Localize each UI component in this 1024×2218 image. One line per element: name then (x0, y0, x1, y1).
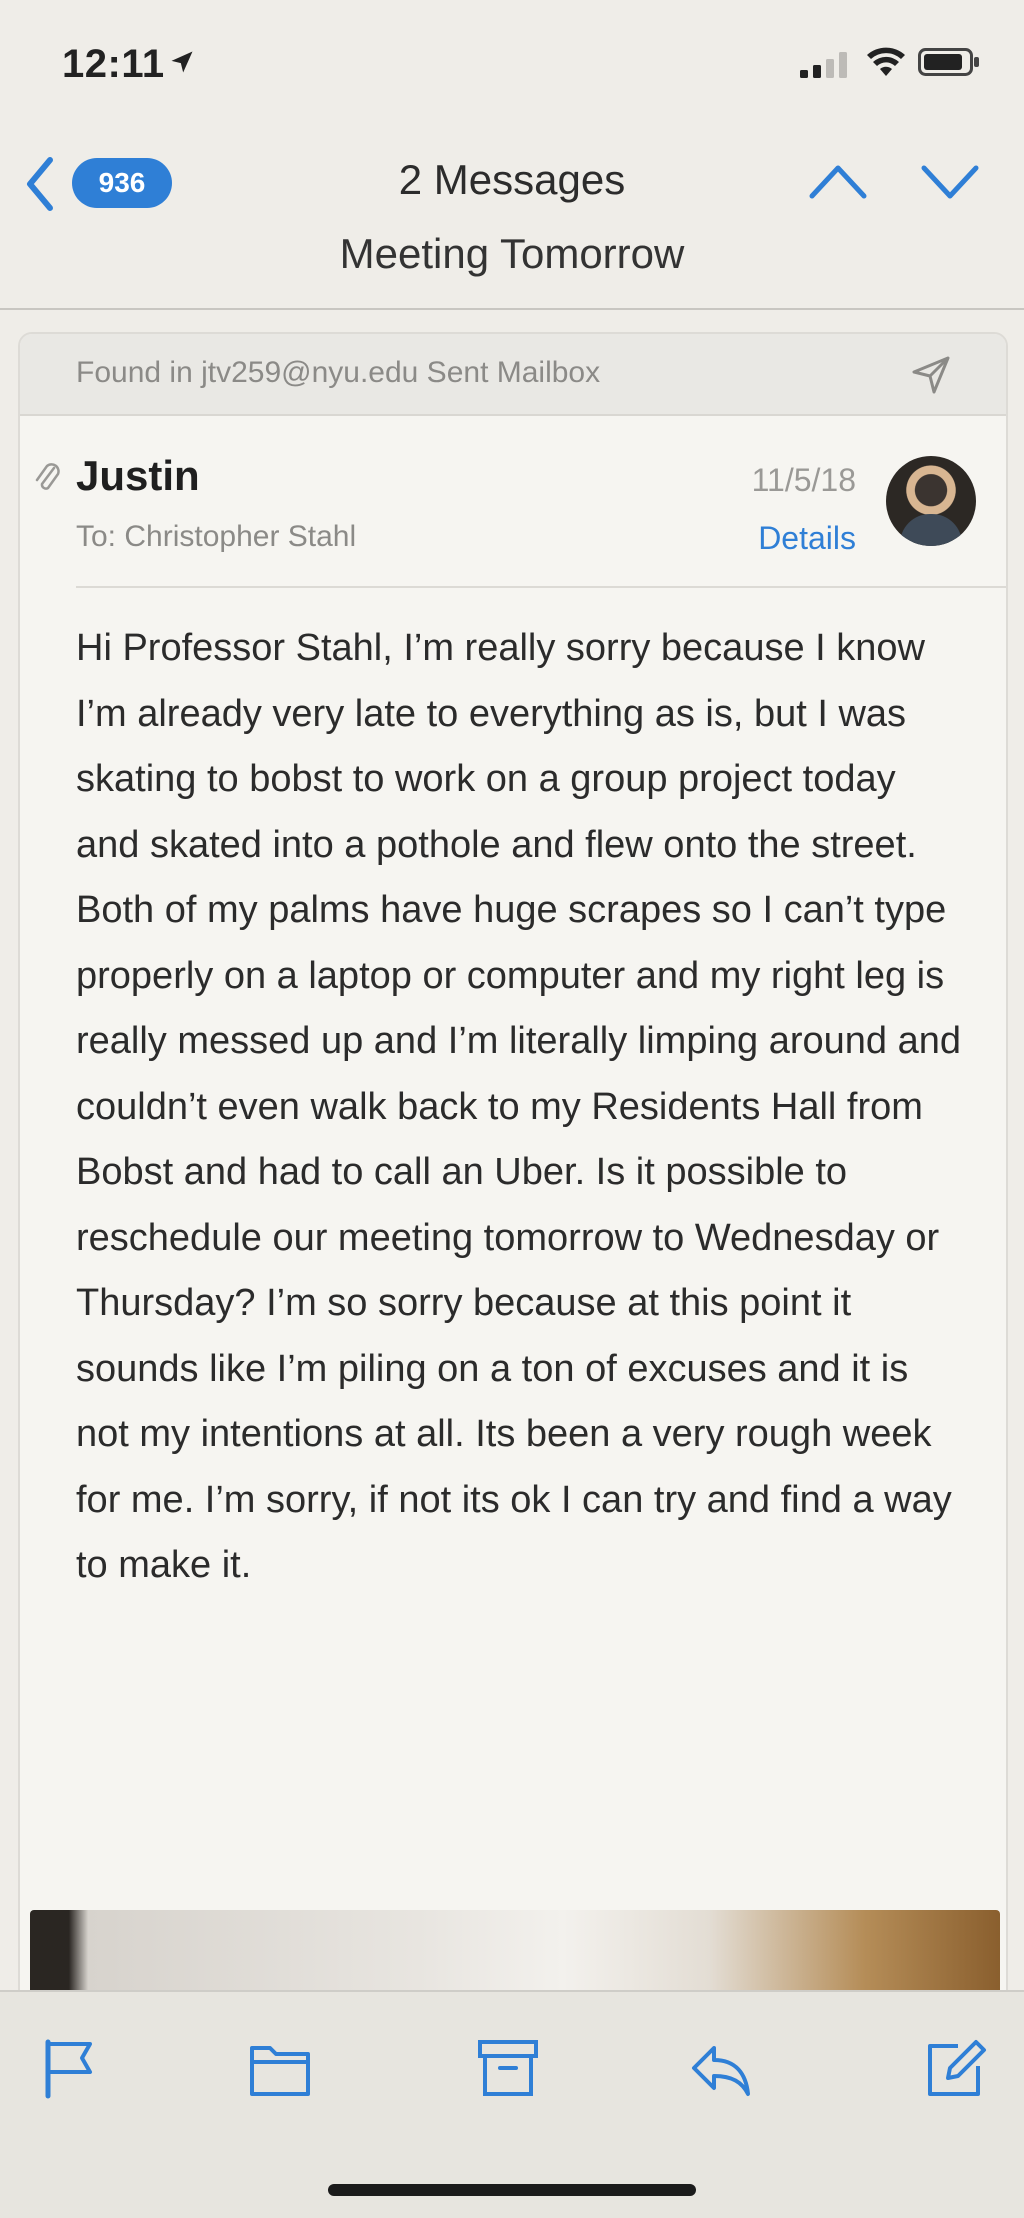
to-label: To: (76, 520, 117, 553)
message-count-title: 2 Messages (398, 156, 626, 203)
recipient-name[interactable]: Christopher Stahl (124, 520, 356, 553)
nav-header: 936 2 Messages Meeting Tomorrow (0, 130, 1024, 310)
location-arrow-icon (171, 51, 193, 73)
thread-subject: Meeting Tomorrow (339, 230, 685, 277)
header-divider (76, 586, 1006, 588)
status-time: 12:11 (62, 42, 165, 86)
status-bar: 12:11 (0, 0, 1024, 130)
archive-icon[interactable] (476, 2036, 540, 2100)
recipient-line[interactable]: To: Christopher Stahl (76, 520, 356, 554)
message-date: 11/5/18 (751, 462, 856, 498)
battery-icon (918, 48, 979, 76)
flag-icon[interactable] (38, 2036, 102, 2100)
reply-icon[interactable] (688, 2036, 752, 2100)
details-link[interactable]: Details (758, 520, 856, 557)
chevron-down-icon[interactable] (920, 160, 980, 204)
avatar (886, 456, 976, 546)
message-card: Found in jtv259@nyu.edu Sent Mailbox Jus… (18, 332, 1008, 2012)
wifi-icon (867, 47, 905, 76)
paperclip-icon (35, 463, 60, 490)
folder-icon[interactable] (248, 2036, 312, 2100)
signal-icon (800, 52, 847, 78)
mailbox-info-bar: Found in jtv259@nyu.edu Sent Mailbox (20, 334, 1006, 416)
message-header: Justin To: Christopher Stahl 11/5/18 Det… (20, 416, 1006, 586)
message-body: Hi Professor Stahl, I’m really sorry bec… (76, 627, 962, 1586)
found-in-text: Found in jtv259@nyu.edu Sent Mailbox (76, 356, 601, 389)
avatar-figure (900, 514, 962, 546)
home-indicator[interactable] (328, 2184, 696, 2196)
chevron-up-icon[interactable] (808, 160, 868, 204)
sent-arrow-icon (912, 356, 950, 394)
sender-name[interactable]: Justin (76, 452, 200, 500)
compose-icon[interactable] (924, 2036, 988, 2100)
